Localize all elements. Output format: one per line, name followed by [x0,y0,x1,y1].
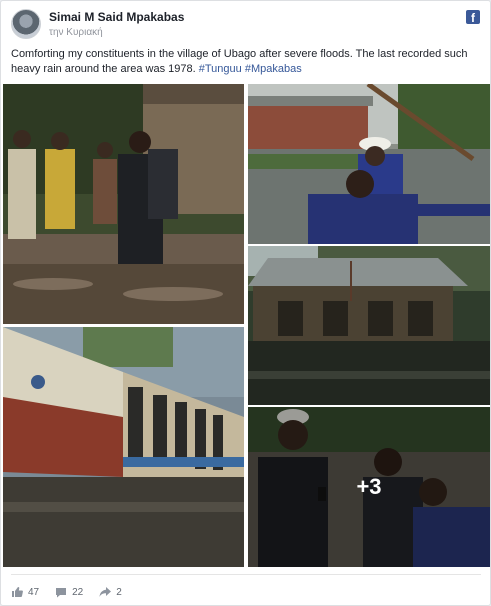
likes-stat[interactable]: 47 [11,586,39,598]
shares-count: 2 [116,586,122,598]
photo-flooded-school[interactable] [3,327,244,567]
more-photos-overlay[interactable]: +3 [248,407,490,567]
comments-stat[interactable]: 22 [55,586,83,598]
photo-flooded-building[interactable] [248,246,490,405]
photo-boat-rescue[interactable] [248,84,490,244]
hashtag-mpakabas[interactable]: #Mpakabas [245,63,302,75]
share-icon [99,586,112,598]
shares-stat[interactable]: 2 [99,586,122,598]
post-card: Simai M Said Mpakabas την Κυριακή f Comf… [0,0,491,606]
photo-flooded-building-image [248,246,490,405]
photo-flooded-school-image [3,327,244,567]
footer-divider [11,574,481,575]
post-header: Simai M Said Mpakabas την Κυριακή f [11,9,482,41]
author-avatar[interactable] [11,9,41,39]
photo-boat-rescue-image [248,84,490,244]
likes-count: 47 [28,586,40,598]
comment-icon [55,586,67,598]
hashtag-tunguu[interactable]: #Tunguu [199,63,242,75]
comments-count: 22 [72,586,84,598]
engagement-bar: 47 22 2 [11,584,138,600]
thumbs-up-icon [11,586,23,598]
post-timestamp[interactable]: την Κυριακή [49,27,103,38]
photo-interview[interactable]: +3 [248,407,490,567]
photo-people-wading[interactable] [3,84,244,324]
author-name[interactable]: Simai M Said Mpakabas [49,10,184,24]
facebook-icon[interactable]: f [466,10,480,24]
photo-people-wading-image [3,84,244,324]
post-text: Comforting my constituents in the villag… [11,47,481,77]
